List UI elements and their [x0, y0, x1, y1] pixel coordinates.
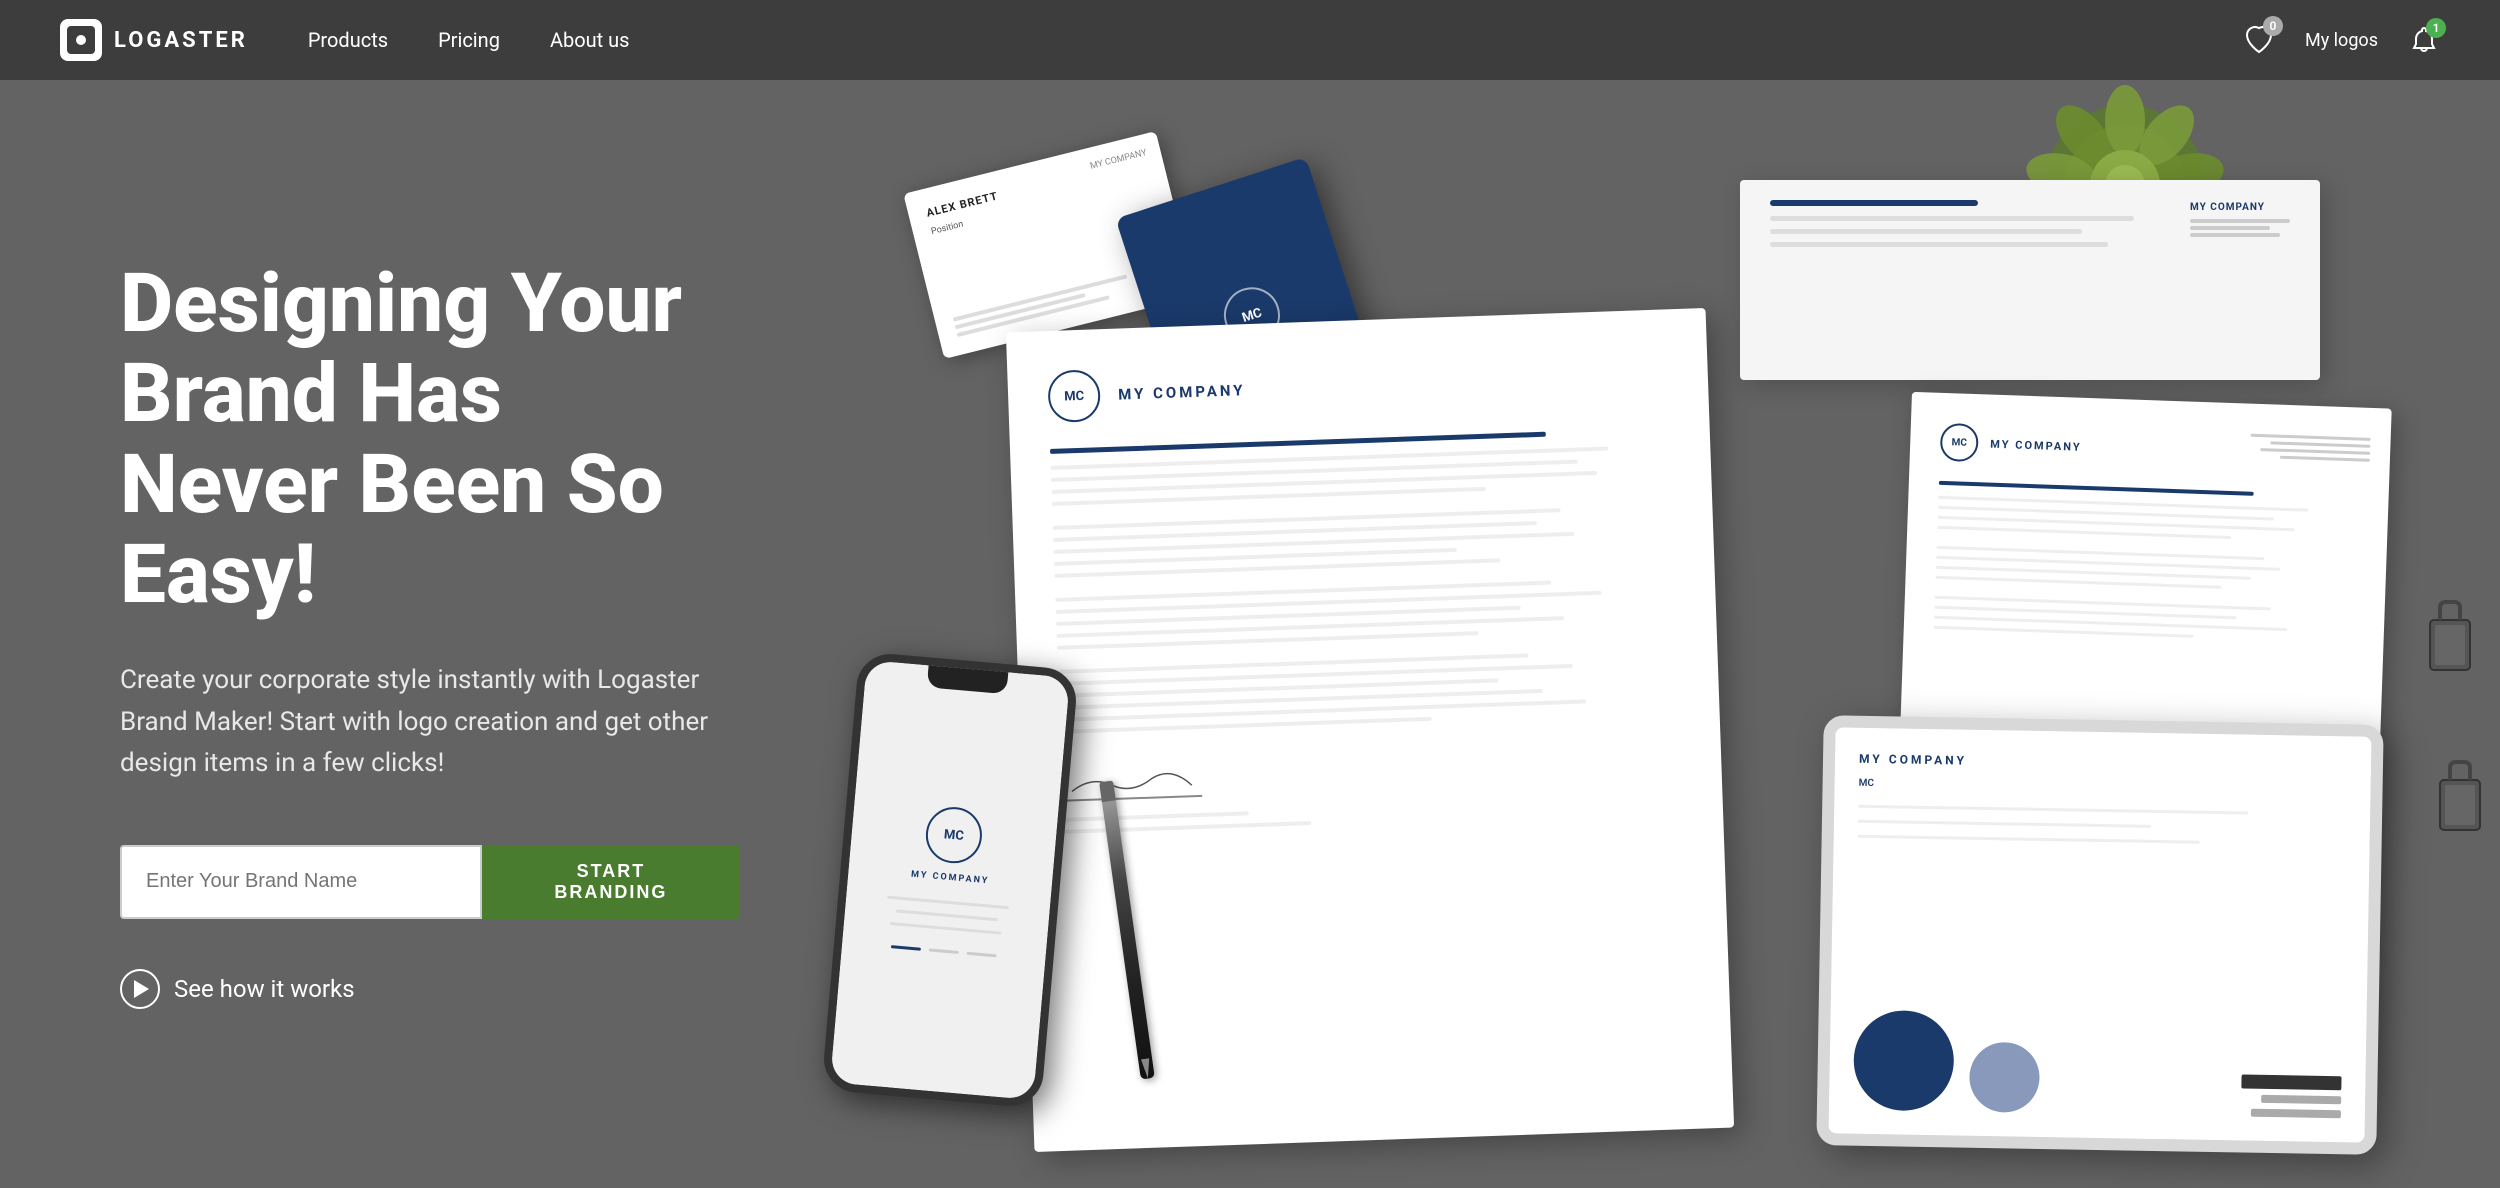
hero-image-area: ALEX BRETT Position MY COMPANY MC MYCOMP…: [700, 80, 2500, 1188]
stationery-company: MY COMPANY: [1990, 437, 2082, 453]
nav-about[interactable]: About us: [550, 28, 630, 52]
hero-content: Designing Your Brand Has Never Been So E…: [0, 179, 860, 1089]
heart-count-badge: 0: [2263, 16, 2283, 36]
logo-text: LOGASTER: [114, 28, 248, 53]
phone-logo: MC: [924, 805, 985, 866]
logo-icon: [60, 19, 102, 61]
stationery-lines: [1934, 481, 2359, 644]
notification-button[interactable]: 1: [2408, 24, 2440, 56]
envelope: MY COMPANY: [1740, 180, 2320, 380]
tablet-mc-text: MC: [1859, 778, 2347, 798]
phone-bottom-nav: [891, 945, 997, 957]
letterhead-logo: MC: [1047, 369, 1101, 423]
logo-icon-inner: [67, 26, 95, 54]
see-how-link[interactable]: See how it works: [120, 969, 740, 1009]
envelope-address: MY COMPANY: [2190, 200, 2290, 237]
binder-clip-2: [2430, 760, 2490, 844]
letterhead-lines: [1050, 427, 1683, 833]
logo-icon-dot: [76, 35, 86, 45]
bell-count-badge: 1: [2426, 18, 2446, 38]
stationery-logo: MC: [1940, 423, 1979, 462]
stationery-contact: [2250, 434, 2371, 462]
nav-right: 0 My logos 1: [2243, 24, 2440, 56]
hero-heading: Designing Your Brand Has Never Been So E…: [120, 259, 740, 620]
hero-form: START BRANDING: [120, 845, 740, 919]
phone-screen: MC MY COMPANY: [830, 660, 1070, 1100]
letterhead-header: MC MY COMPANY: [1047, 349, 1668, 423]
nav-products[interactable]: Products: [308, 28, 388, 52]
pen-tip: [1138, 1058, 1155, 1080]
nav-pricing[interactable]: Pricing: [438, 28, 500, 52]
tablet-color-swatches: [1853, 1010, 2343, 1119]
tablet-type-sample: [2241, 1074, 2342, 1118]
play-triangle-icon: [134, 980, 149, 998]
nav-links: Products Pricing About us: [308, 28, 2243, 52]
binder-clip-icon-2: [2430, 760, 2490, 840]
my-logos-button[interactable]: My logos: [2305, 30, 2378, 51]
binder-clip-1: [2420, 600, 2480, 684]
hero-subtext: Create your corporate style instantly wi…: [120, 660, 740, 785]
tablet-company-name: MY COMPANY: [1859, 752, 2347, 775]
letterhead-company: MY COMPANY: [1118, 381, 1246, 403]
letterhead-main: MC MY COMPANY: [1006, 308, 1734, 1152]
navbar: LOGASTER Products Pricing About us 0 My …: [0, 0, 2500, 80]
tablet-device: MY COMPANY MC: [1816, 715, 2383, 1155]
tablet-screen: MY COMPANY MC: [1828, 727, 2371, 1142]
brand-materials: ALEX BRETT Position MY COMPANY MC MYCOMP…: [840, 100, 2500, 1160]
binder-clip-icon-1: [2420, 600, 2480, 680]
logo-link[interactable]: LOGASTER: [60, 19, 248, 61]
wishlist-button[interactable]: 0: [2243, 24, 2275, 56]
play-circle-icon: [120, 969, 160, 1009]
brand-name-input[interactable]: [120, 845, 482, 919]
pen-cap: [1099, 780, 1116, 802]
hero-section: Designing Your Brand Has Never Been So E…: [0, 0, 2500, 1188]
phone-company-name: MY COMPANY: [911, 870, 990, 887]
letterhead-signature: [1061, 767, 1202, 802]
start-branding-button[interactable]: START BRANDING: [482, 845, 740, 919]
see-how-label: See how it works: [174, 975, 355, 1003]
